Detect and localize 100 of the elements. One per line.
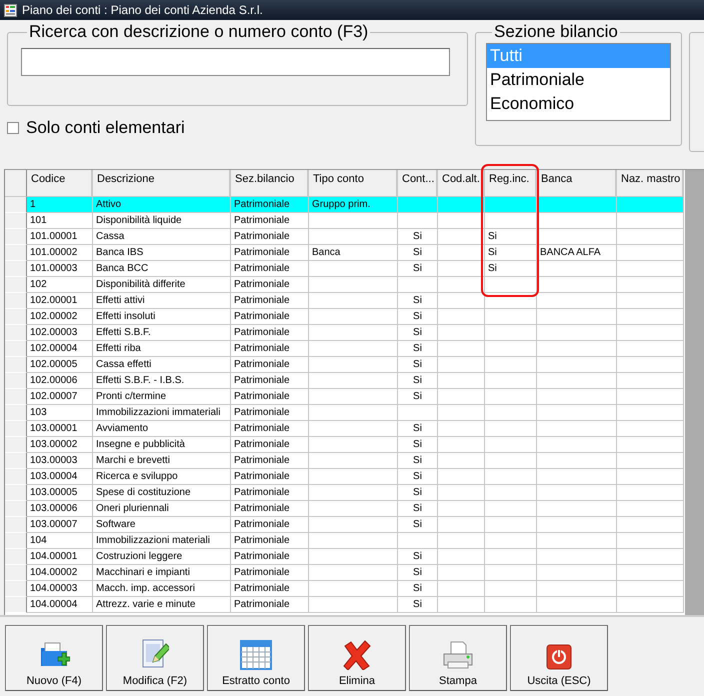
table-cell[interactable] [485, 437, 537, 453]
delete-button[interactable]: Elimina [308, 625, 406, 691]
table-cell[interactable] [438, 581, 485, 597]
table-cell[interactable] [485, 309, 537, 325]
table-cell[interactable]: 101 [27, 213, 93, 229]
calendar-button[interactable]: Estratto conto [207, 625, 305, 691]
table-cell[interactable]: Si [398, 325, 438, 341]
table-cell[interactable]: 1 [27, 197, 93, 213]
table-cell[interactable]: Attrezz. varie e minute [93, 597, 231, 613]
table-cell[interactable]: Patrimoniale [231, 485, 309, 501]
table-cell[interactable]: 102.00004 [27, 341, 93, 357]
table-cell[interactable] [485, 485, 537, 501]
table-cell[interactable] [537, 485, 617, 501]
table-cell[interactable] [438, 373, 485, 389]
table-cell[interactable]: Patrimoniale [231, 533, 309, 549]
table-cell[interactable] [309, 229, 398, 245]
table-cell[interactable] [309, 325, 398, 341]
table-cell[interactable]: Patrimoniale [231, 389, 309, 405]
table-cell[interactable]: Immobilizzazioni immateriali [93, 405, 231, 421]
table-cell[interactable]: 103.00004 [27, 469, 93, 485]
table-cell[interactable]: Si [398, 437, 438, 453]
table-cell[interactable]: Patrimoniale [231, 469, 309, 485]
table-cell[interactable]: Si [398, 229, 438, 245]
table-cell[interactable]: Si [398, 565, 438, 581]
table-cell[interactable] [438, 213, 485, 229]
column-header[interactable]: Banca [537, 170, 617, 197]
table-cell[interactable] [398, 197, 438, 213]
table-cell[interactable]: 104.00004 [27, 597, 93, 613]
exit-button[interactable]: Uscita (ESC) [510, 625, 608, 691]
table-cell[interactable] [617, 533, 684, 549]
table-cell[interactable] [617, 453, 684, 469]
table-cell[interactable]: Cassa effetti [93, 357, 231, 373]
table-cell[interactable] [438, 565, 485, 581]
table-cell[interactable] [485, 325, 537, 341]
table-cell[interactable] [438, 309, 485, 325]
table-cell[interactable]: Oneri pluriennali [93, 501, 231, 517]
table-cell[interactable]: Effetti attivi [93, 293, 231, 309]
table-cell[interactable]: Patrimoniale [231, 229, 309, 245]
table-cell[interactable]: 102.00002 [27, 309, 93, 325]
table-cell[interactable]: Patrimoniale [231, 437, 309, 453]
table-cell[interactable] [438, 357, 485, 373]
table-cell[interactable]: Si [398, 501, 438, 517]
table-cell[interactable] [438, 517, 485, 533]
table-cell[interactable] [309, 469, 398, 485]
table-cell[interactable]: 101.00003 [27, 261, 93, 277]
table-cell[interactable]: Effetti S.B.F. - I.B.S. [93, 373, 231, 389]
column-header[interactable]: Tipo conto [309, 170, 398, 197]
table-cell[interactable] [617, 581, 684, 597]
column-header[interactable]: Codice [27, 170, 93, 197]
table-cell[interactable] [537, 341, 617, 357]
table-cell[interactable]: Software [93, 517, 231, 533]
table-cell[interactable] [537, 213, 617, 229]
search-field[interactable] [21, 48, 450, 76]
table-cell[interactable] [537, 293, 617, 309]
table-cell[interactable] [617, 469, 684, 485]
table-cell[interactable] [438, 341, 485, 357]
table-cell[interactable]: Patrimoniale [231, 517, 309, 533]
table-cell[interactable] [537, 309, 617, 325]
table-cell[interactable]: Patrimoniale [231, 357, 309, 373]
table-cell[interactable] [617, 213, 684, 229]
edit-button[interactable]: Modifica (F2) [106, 625, 204, 691]
table-cell[interactable] [309, 293, 398, 309]
table-cell[interactable]: 103.00001 [27, 421, 93, 437]
table-cell[interactable] [617, 517, 684, 533]
table-cell[interactable] [309, 565, 398, 581]
table-cell[interactable] [617, 565, 684, 581]
table-cell[interactable] [537, 469, 617, 485]
table-cell[interactable] [485, 517, 537, 533]
table-cell[interactable]: 102.00007 [27, 389, 93, 405]
table-cell[interactable]: Patrimoniale [231, 581, 309, 597]
table-cell[interactable] [485, 549, 537, 565]
table-cell[interactable] [537, 325, 617, 341]
table-cell[interactable]: Patrimoniale [231, 453, 309, 469]
table-cell[interactable]: Disponibilità liquide [93, 213, 231, 229]
table-cell[interactable] [309, 533, 398, 549]
table-cell[interactable] [398, 405, 438, 421]
table-cell[interactable]: Macchinari e impianti [93, 565, 231, 581]
table-cell[interactable] [438, 485, 485, 501]
table-cell[interactable] [438, 469, 485, 485]
table-cell[interactable] [617, 325, 684, 341]
table-cell[interactable] [309, 485, 398, 501]
table-cell[interactable] [309, 437, 398, 453]
table-cell[interactable] [537, 357, 617, 373]
table-cell[interactable]: Si [485, 229, 537, 245]
table-cell[interactable] [309, 373, 398, 389]
table-cell[interactable] [309, 341, 398, 357]
table-cell[interactable]: Banca IBS [93, 245, 231, 261]
table-cell[interactable]: Effetti riba [93, 341, 231, 357]
table-cell[interactable]: Patrimoniale [231, 549, 309, 565]
table-cell[interactable] [537, 389, 617, 405]
table-cell[interactable]: Si [398, 549, 438, 565]
table-cell[interactable]: Si [398, 341, 438, 357]
table-cell[interactable] [485, 341, 537, 357]
table-cell[interactable] [617, 437, 684, 453]
table-cell[interactable] [617, 485, 684, 501]
table-cell[interactable] [617, 261, 684, 277]
table-cell[interactable] [309, 405, 398, 421]
table-cell[interactable]: 104.00002 [27, 565, 93, 581]
table-cell[interactable] [485, 389, 537, 405]
table-cell[interactable]: 102.00001 [27, 293, 93, 309]
